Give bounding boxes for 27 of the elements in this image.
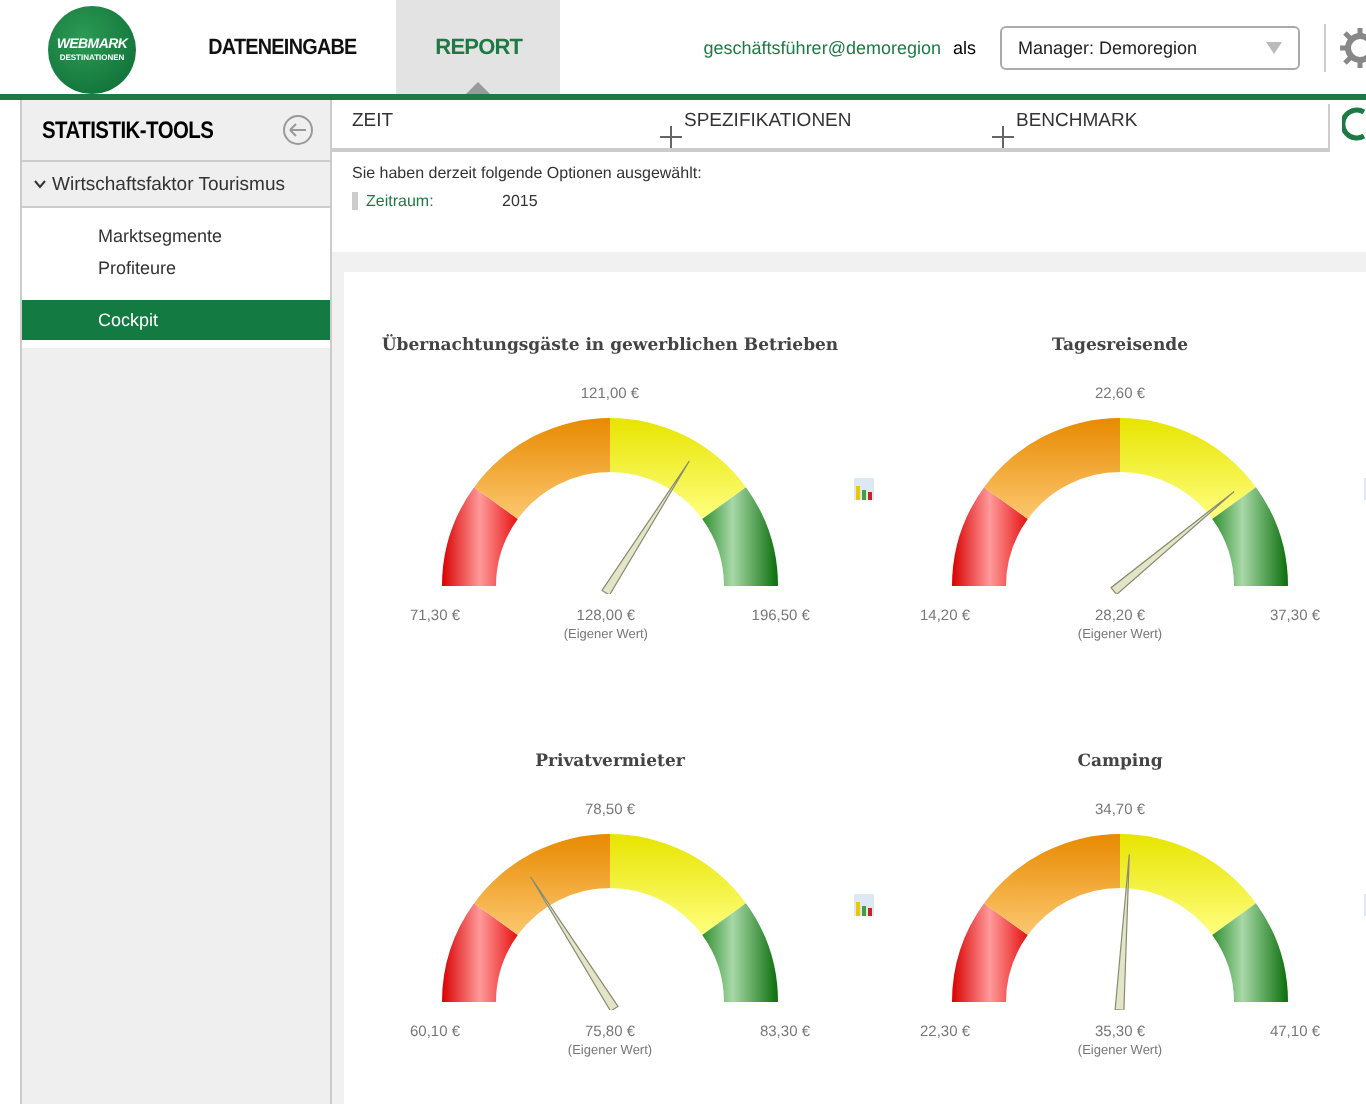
gauge-title: Privatvermieter <box>535 752 685 776</box>
gauge-title: Camping <box>1077 752 1163 776</box>
period-label: Zeitraum: <box>352 192 474 210</box>
role-dropdown[interactable]: Manager: Demoregion <box>1000 25 1300 69</box>
period-value: 2015 <box>502 192 538 210</box>
caret-icon <box>34 178 46 190</box>
refresh-icon[interactable] <box>1342 104 1366 144</box>
nav-tab[interactable]: DATENEINGABE <box>186 0 379 94</box>
bar-chart-icon[interactable] <box>854 478 874 500</box>
dropdown-caret-icon <box>1266 41 1282 53</box>
option-tab[interactable]: ZEIT <box>352 110 394 132</box>
option-tab[interactable]: SPEZIFIKATIONEN <box>684 110 852 132</box>
plus-icon[interactable] <box>992 126 1014 148</box>
as-label: als <box>952 37 976 57</box>
user-email: geschäftsführer@demoregion <box>703 37 941 57</box>
sidebar-title: STATISTIK-TOOLS <box>42 116 214 144</box>
settings-icon[interactable] <box>1338 25 1366 69</box>
sidebar-item[interactable]: Marktsegmente <box>22 220 330 252</box>
gauge-title: Tagesreisende <box>1052 336 1188 360</box>
bar-chart-icon[interactable] <box>854 894 874 916</box>
nav-tab[interactable]: REPORT <box>396 0 561 94</box>
gauge-title: Übernachtungsgäste in gewerblichen Betrieben <box>381 336 839 360</box>
sidebar-item[interactable]: Cockpit <box>22 300 330 340</box>
plus-icon[interactable] <box>660 126 682 148</box>
option-tab[interactable]: BENCHMARK <box>1016 110 1138 132</box>
sidebar-item[interactable]: Profiteure <box>22 252 330 284</box>
selection-intro: Sie haben derzeit folgende Optionen ausgewählt: <box>352 164 704 182</box>
